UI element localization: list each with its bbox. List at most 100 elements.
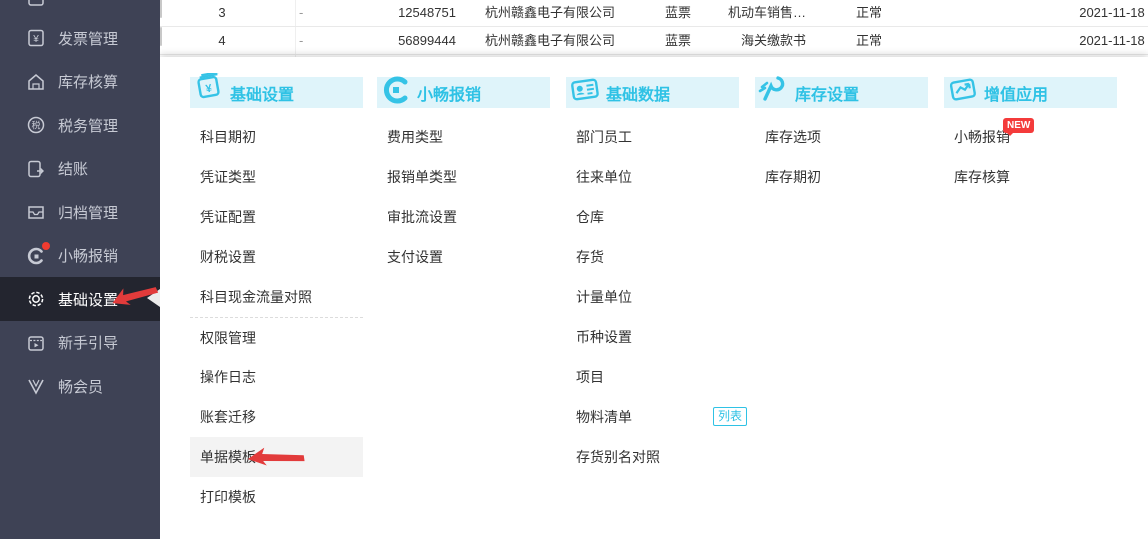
menu-item-list: 费用类型 报销单类型 审批流设置 支付设置 xyxy=(377,117,550,277)
menu-item-inventory-options[interactable]: 库存选项 xyxy=(755,117,928,157)
new-badge: NEW xyxy=(1003,118,1035,136)
menu-item-operation-log[interactable]: 操作日志 xyxy=(190,357,363,397)
menu-item-expense-type[interactable]: 费用类型 xyxy=(377,117,550,157)
menu-item-list: 小畅报销 NEW 库存核算 xyxy=(944,117,1117,197)
menu-item-document-template[interactable]: 单据模板 xyxy=(190,437,363,477)
menu-column-header: ¥ 基础设置 xyxy=(190,70,363,108)
menu-column-header: 基础数据 xyxy=(566,77,739,108)
menu-item-label: 物料清单 xyxy=(576,409,632,425)
sidebar-item-archive-mgmt[interactable]: 归档管理 xyxy=(0,190,160,234)
sidebar-item-beginner-guide[interactable]: 新手引导 xyxy=(0,321,160,365)
reimburse-icon xyxy=(26,241,50,266)
menu-item-account-migration[interactable]: 账套迁移 xyxy=(190,397,363,437)
cell-invoice-no: 12548751 xyxy=(398,5,456,20)
cell-dash: - xyxy=(299,33,304,48)
tax-icon: 税 xyxy=(26,115,46,135)
sidebar-item-label: 发票管理 xyxy=(58,30,119,48)
cell-company: 杭州赣鑫电子有限公司 xyxy=(484,5,615,20)
menu-item-fiscal-settings[interactable]: 财税设置 xyxy=(190,237,363,277)
member-icon xyxy=(26,376,46,396)
row-index: 4 xyxy=(218,33,226,48)
settings-mega-menu: ¥ 基础设置 科目期初 凭证类型 凭证配置 财税设置 科目现金流量对照 权限管理… xyxy=(160,57,1148,539)
sidebar-item-label: 基础设置 xyxy=(58,291,119,309)
menu-item-voucher-config[interactable]: 凭证配置 xyxy=(190,197,363,237)
menu-item-list: 库存选项 库存期初 xyxy=(755,117,928,197)
menu-item-list: 部门员工 往来单位 仓库 存货 计量单位 币种设置 项目 物料清单 列表 存货别… xyxy=(566,117,748,477)
cell-category: 机动车销售… xyxy=(727,5,806,20)
cell-status: 正常 xyxy=(855,5,882,20)
clipped-icon xyxy=(26,0,46,8)
sidebar-item-closing[interactable]: 结账 xyxy=(0,147,160,191)
menu-item-cashflow-mapping[interactable]: 科目现金流量对照 xyxy=(190,277,363,317)
row-checkbox[interactable] xyxy=(160,0,162,18)
sidebar-item-basic-settings[interactable]: 基础设置 xyxy=(0,277,160,321)
menu-column-title: 库存设置 xyxy=(795,86,860,104)
wrench-icon xyxy=(757,73,791,107)
sidebar-item-inventory-accounting[interactable]: 库存核算 xyxy=(0,60,160,104)
closing-icon xyxy=(26,159,46,179)
menu-item-goods-alias-mapping[interactable]: 存货别名对照 xyxy=(566,437,739,477)
menu-item-warehouse[interactable]: 仓库 xyxy=(566,197,739,237)
sidebar-item-label: 库存核算 xyxy=(58,74,119,91)
sidebar-item-tax-mgmt[interactable]: 税 税务管理 xyxy=(0,103,160,147)
table-row[interactable]: 3 - 12548751 杭州赣鑫电子有限公司 蓝票 机动车销售… 正常 202… xyxy=(160,0,1148,27)
menu-item-list: 科目期初 凭证类型 凭证配置 财税设置 科目现金流量对照 权限管理 操作日志 账… xyxy=(190,117,363,517)
sidebar-item-invoice-mgmt[interactable]: ¥ 发票管理 xyxy=(0,16,160,60)
ledger-stack-icon: ¥ xyxy=(192,70,226,107)
menu-item-subject-opening[interactable]: 科目期初 xyxy=(190,117,363,157)
app-window: ¥ 发票管理 库存核算 税 税务管理 结账 归档管理 小畅报销 基础设置 新手引… xyxy=(0,0,1148,539)
warehouse-icon xyxy=(26,72,46,92)
sidebar: ¥ 发票管理 库存核算 税 税务管理 结账 归档管理 小畅报销 基础设置 新手引… xyxy=(0,0,160,539)
cell-invoice-no: 56899444 xyxy=(398,33,456,48)
cell-date: 2021-11-18 xyxy=(1079,5,1145,20)
menu-item-xiaochang-reimburse-app[interactable]: 小畅报销 NEW xyxy=(944,117,1117,157)
menu-item-bom[interactable]: 物料清单 列表 xyxy=(566,397,748,437)
menu-item-inventory-accounting-app[interactable]: 库存核算 xyxy=(944,157,1117,197)
cell-dash: - xyxy=(299,5,304,20)
archive-icon xyxy=(26,202,46,222)
sidebar-item-label: 畅会员 xyxy=(58,378,104,396)
row-checkbox[interactable] xyxy=(160,27,162,46)
list-badge[interactable]: 列表 xyxy=(713,407,748,426)
invoice-table: 3 - 12548751 杭州赣鑫电子有限公司 蓝票 机动车销售… 正常 202… xyxy=(160,0,1148,57)
menu-column-title: 小畅报销 xyxy=(417,86,482,104)
menu-item-inventory-opening[interactable]: 库存期初 xyxy=(755,157,928,197)
c-logo-icon xyxy=(379,73,413,107)
sidebar-item-label: 税务管理 xyxy=(58,117,119,135)
menu-item-project[interactable]: 项目 xyxy=(566,357,739,397)
menu-item-approval-flow[interactable]: 审批流设置 xyxy=(377,197,550,237)
menu-item-payment-settings[interactable]: 支付设置 xyxy=(377,237,550,277)
svg-text:税: 税 xyxy=(31,120,40,131)
id-card-icon xyxy=(568,73,602,107)
svg-text:¥: ¥ xyxy=(205,82,214,95)
menu-item-unit-of-measure[interactable]: 计量单位 xyxy=(566,277,739,317)
cell-status: 正常 xyxy=(855,33,882,48)
table-row[interactable]: 4 - 56899444 杭州赣鑫电子有限公司 蓝票 海关缴款书 正常 2021… xyxy=(160,27,1148,55)
menu-item-print-template[interactable]: 打印模板 xyxy=(190,477,363,517)
menu-item-department-staff[interactable]: 部门员工 xyxy=(566,117,739,157)
menu-item-permission-mgmt[interactable]: 权限管理 xyxy=(190,317,363,357)
sidebar-item-label: 归档管理 xyxy=(58,204,119,222)
invoice-icon: ¥ xyxy=(26,28,46,48)
cell-date: 2021-11-18 xyxy=(1079,33,1145,48)
menu-column-header: 增值应用 xyxy=(944,77,1117,108)
svg-text:¥: ¥ xyxy=(32,34,39,45)
notification-dot xyxy=(42,241,50,250)
sidebar-item-label: 新手引导 xyxy=(58,335,119,352)
cell-ticket-type: 蓝票 xyxy=(664,33,691,48)
menu-item-business-partners[interactable]: 往来单位 xyxy=(566,157,739,197)
sidebar-item-chang-member[interactable]: 畅会员 xyxy=(0,364,160,408)
menu-item-currency-settings[interactable]: 币种设置 xyxy=(566,317,739,357)
row-index: 3 xyxy=(218,5,226,20)
guide-icon xyxy=(26,333,46,353)
sidebar-item-label: 小畅报销 xyxy=(58,248,119,265)
menu-item-voucher-type[interactable]: 凭证类型 xyxy=(190,157,363,197)
value-apps-icon xyxy=(946,73,980,107)
menu-item-reimburse-form-type[interactable]: 报销单类型 xyxy=(377,157,550,197)
menu-item-label: 小畅报销 xyxy=(954,129,1010,145)
menu-item-inventory-goods[interactable]: 存货 xyxy=(566,237,739,277)
menu-column-header: 小畅报销 xyxy=(377,76,550,108)
cell-category: 海关缴款书 xyxy=(740,33,806,48)
menu-column-title: 基础数据 xyxy=(606,86,671,104)
sidebar-item-xiaochang-reimburse[interactable]: 小畅报销 xyxy=(0,234,160,278)
